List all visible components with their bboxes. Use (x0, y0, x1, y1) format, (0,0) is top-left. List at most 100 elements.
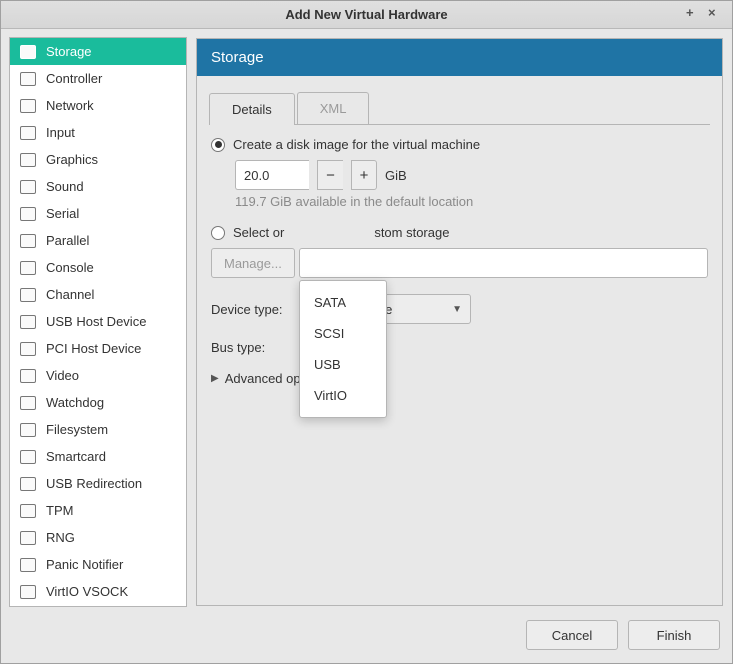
category-icon (20, 99, 36, 113)
disk-size-spinner: − + GiB (235, 160, 708, 190)
titlebar: Add New Virtual Hardware + × (1, 1, 732, 29)
category-icon (20, 531, 36, 545)
sidebar-item-storage[interactable]: Storage (10, 38, 186, 65)
category-icon (20, 126, 36, 140)
category-icon (20, 45, 36, 59)
category-icon (20, 423, 36, 437)
cancel-button[interactable]: Cancel (526, 620, 618, 650)
sidebar-item-smartcard[interactable]: Smartcard (10, 443, 186, 470)
sidebar-item-panic-notifier[interactable]: Panic Notifier (10, 551, 186, 578)
sidebar-item-label: USB Redirection (46, 476, 142, 491)
storage-path-input[interactable] (299, 248, 708, 278)
sidebar-item-graphics[interactable]: Graphics (10, 146, 186, 173)
bus-option-usb[interactable]: USB (300, 349, 386, 380)
minimize-icon[interactable]: + (686, 7, 698, 19)
sidebar-item-watchdog[interactable]: Watchdog (10, 389, 186, 416)
sidebar-item-label: Graphics (46, 152, 98, 167)
sidebar-item-parallel[interactable]: Parallel (10, 227, 186, 254)
sidebar-item-label: USB Host Device (46, 314, 146, 329)
sidebar-item-label: TPM (46, 503, 73, 518)
radio-icon (211, 226, 225, 240)
category-icon (20, 207, 36, 221)
sidebar-item-label: Sound (46, 179, 84, 194)
radio-create-label: Create a disk image for the virtual mach… (233, 137, 480, 152)
radio-icon (211, 138, 225, 152)
hardware-type-sidebar: Storage Controller Network Input Graphics Sou… (9, 37, 187, 607)
category-icon (20, 72, 36, 86)
window-title: Add New Virtual Hardware (285, 7, 447, 22)
sidebar-item-label: Filesystem (46, 422, 108, 437)
spin-down-button[interactable]: − (317, 160, 343, 190)
category-icon (20, 450, 36, 464)
sidebar-item-label: Storage (46, 44, 92, 59)
category-icon (20, 153, 36, 167)
manage-button[interactable]: Manage... (211, 248, 295, 278)
dialog-footer: Cancel Finish (9, 615, 724, 655)
sidebar-item-sound[interactable]: Sound (10, 173, 186, 200)
category-icon (20, 180, 36, 194)
add-hardware-window: Add New Virtual Hardware + × Storage Cont… (0, 0, 733, 664)
sidebar-item-label: Serial (46, 206, 79, 221)
category-icon (20, 558, 36, 572)
tab-details[interactable]: Details (209, 93, 295, 125)
sidebar-item-usb-redirection[interactable]: USB Redirection (10, 470, 186, 497)
disk-size-input[interactable] (235, 160, 309, 190)
sidebar-item-virtio-vsock[interactable]: VirtIO VSOCK (10, 578, 186, 605)
sidebar-item-input[interactable]: Input (10, 119, 186, 146)
page-body: Details XML Create a disk image for the … (196, 76, 723, 606)
radio-custom-storage[interactable]: Select or stom storage (211, 225, 708, 240)
radio-custom-label-right: stom storage (374, 225, 449, 240)
sidebar-item-video[interactable]: Video (10, 362, 186, 389)
bus-type-dropdown: SATASCSIUSBVirtIO (299, 280, 387, 418)
radio-create-disk[interactable]: Create a disk image for the virtual mach… (211, 137, 708, 152)
bus-option-scsi[interactable]: SCSI (300, 318, 386, 349)
content-panel: Storage Details XML Create a disk image … (195, 37, 724, 607)
spin-up-button[interactable]: + (351, 160, 377, 190)
sidebar-item-label: Network (46, 98, 94, 113)
sidebar-item-label: PCI Host Device (46, 341, 141, 356)
sidebar-item-rng[interactable]: RNG (10, 524, 186, 551)
advanced-options-expander[interactable]: ▶ Advanced options (211, 371, 708, 386)
sidebar-item-serial[interactable]: Serial (10, 200, 186, 227)
sidebar-item-channel[interactable]: Channel (10, 281, 186, 308)
chevron-right-icon: ▶ (211, 373, 219, 384)
sidebar-item-label: RNG (46, 530, 75, 545)
sidebar-item-label: Panic Notifier (46, 557, 123, 572)
sidebar-item-label: VirtIO VSOCK (46, 584, 128, 599)
category-icon (20, 288, 36, 302)
sidebar-item-label: Channel (46, 287, 94, 302)
sidebar-item-network[interactable]: Network (10, 92, 186, 119)
device-type-label: Device type: (211, 302, 301, 317)
category-icon (20, 477, 36, 491)
sidebar-item-usb-host-device[interactable]: USB Host Device (10, 308, 186, 335)
sidebar-item-label: Watchdog (46, 395, 104, 410)
sidebar-item-label: Parallel (46, 233, 89, 248)
sidebar-item-label: Smartcard (46, 449, 106, 464)
sidebar-item-filesystem[interactable]: Filesystem (10, 416, 186, 443)
category-icon (20, 342, 36, 356)
radio-custom-label-left: Select or (233, 225, 284, 240)
bus-type-label: Bus type: (211, 340, 301, 355)
category-icon (20, 396, 36, 410)
category-icon (20, 504, 36, 518)
sidebar-item-console[interactable]: Console (10, 254, 186, 281)
category-icon (20, 585, 36, 599)
sidebar-item-controller[interactable]: Controller (10, 65, 186, 92)
sidebar-item-label: Controller (46, 71, 102, 86)
disk-unit: GiB (385, 168, 407, 183)
close-icon[interactable]: × (708, 7, 720, 19)
sidebar-item-label: Console (46, 260, 94, 275)
tab-xml[interactable]: XML (297, 92, 370, 124)
tabs: Details XML (209, 92, 710, 125)
finish-button[interactable]: Finish (628, 620, 720, 650)
available-hint: 119.7 GiB available in the default locat… (235, 194, 708, 209)
bus-option-virtio[interactable]: VirtIO (300, 380, 386, 411)
sidebar-item-tpm[interactable]: TPM (10, 497, 186, 524)
category-icon (20, 261, 36, 275)
category-icon (20, 369, 36, 383)
bus-option-sata[interactable]: SATA (300, 287, 386, 318)
sidebar-item-pci-host-device[interactable]: PCI Host Device (10, 335, 186, 362)
category-icon (20, 234, 36, 248)
chevron-down-icon: ▼ (452, 304, 462, 315)
sidebar-item-label: Input (46, 125, 75, 140)
